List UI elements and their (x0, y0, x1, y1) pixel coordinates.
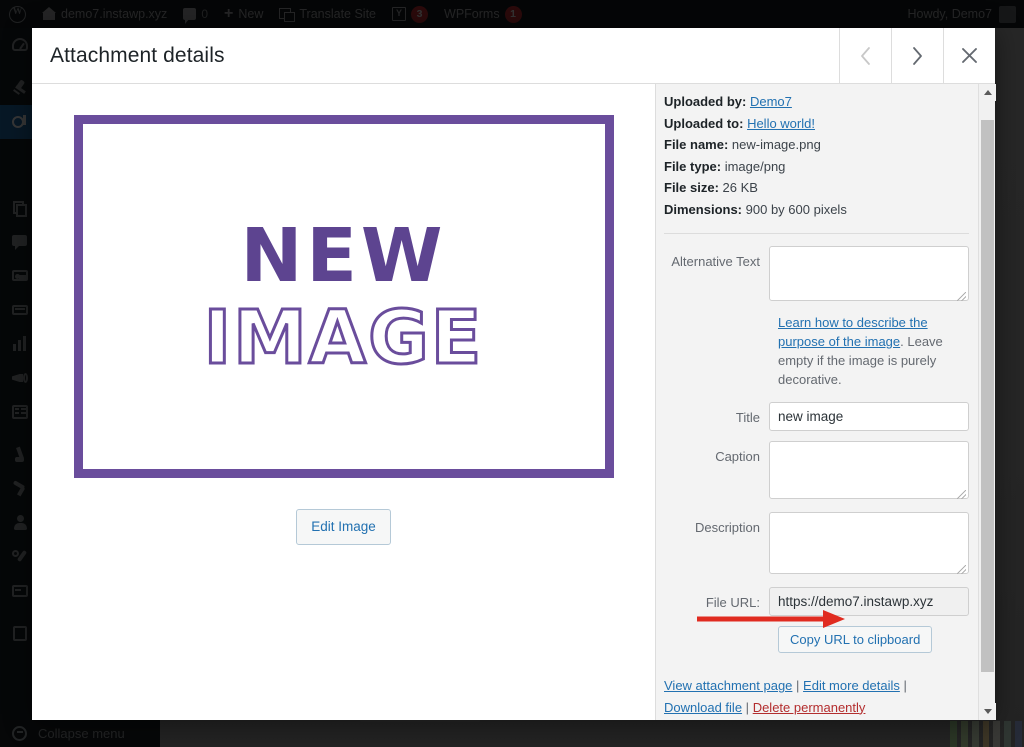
uploaded-by-row: Uploaded by: Demo7 (664, 92, 969, 112)
alt-text-help: Learn how to describe the purpose of the… (778, 314, 969, 389)
dimensions-value: 900 by 600 pixels (745, 201, 847, 217)
scroll-down-arrow-icon[interactable] (979, 703, 996, 720)
file-name-label: File name: (664, 137, 729, 152)
details-scroll-region: Uploaded by: Demo7 Uploaded to: Hello wo… (656, 84, 995, 720)
uploaded-to-row: Uploaded to: Hello world! (664, 114, 969, 134)
description-control (769, 512, 969, 577)
next-button[interactable] (891, 28, 943, 83)
attachment-details-pane: Uploaded by: Demo7 Uploaded to: Hello wo… (655, 84, 996, 720)
attachment-preview-pane: NEW IMAGE Edit Image (32, 84, 655, 720)
description-field-row: Description (664, 512, 969, 577)
caption-field-row: Caption (664, 441, 969, 502)
file-url-control (769, 587, 969, 617)
title-control (769, 402, 969, 432)
file-size-label: File size: (664, 180, 719, 195)
attachment-actions: View attachment page | Edit more details… (664, 675, 969, 718)
edit-image-button[interactable]: Edit Image (296, 509, 391, 545)
description-input[interactable] (769, 512, 969, 575)
description-label: Description (694, 520, 760, 536)
screen: Library Add New Media File (0, 0, 1024, 747)
scrollbar-thumb[interactable] (981, 120, 994, 672)
file-size-row: File size: 26 KB (664, 178, 969, 198)
dimensions-label: Dimensions: (664, 201, 743, 217)
modal-header-buttons (839, 28, 995, 83)
file-name-value: new-image.png (731, 137, 821, 152)
alt-text-input[interactable] (769, 246, 969, 301)
view-attachment-page-link[interactable]: View attachment page (664, 678, 792, 693)
alt-text-label: Alternative Text (671, 254, 760, 269)
dimensions-row: Dimensions: 900 by 600 pixels (664, 200, 969, 220)
delete-permanently-link[interactable]: Delete permanently (753, 700, 866, 715)
download-file-link[interactable]: Download file (664, 700, 742, 715)
uploaded-to-link[interactable]: Hello world! (747, 116, 815, 131)
edit-more-details-link[interactable]: Edit more details (803, 678, 900, 693)
file-type-label: File type: (664, 158, 722, 174)
title-label: Title (735, 410, 760, 426)
uploaded-by-link[interactable]: Demo7 (750, 94, 792, 109)
alt-text-control (769, 246, 969, 304)
attachment-details-modal: Attachment details NEW IMAGE Edit Image … (32, 28, 996, 720)
image-text-line2: IMAGE (202, 294, 484, 381)
link-separator: | (903, 678, 907, 694)
uploaded-by-label: Uploaded by: (664, 94, 747, 109)
file-url-field-row: File URL: (664, 587, 969, 617)
link-separator: | (745, 699, 750, 715)
modal-body: NEW IMAGE Edit Image Uploaded by: Demo7 … (32, 84, 996, 720)
modal-header: Attachment details (32, 28, 995, 84)
file-name-row: File name: new-image.png (664, 135, 969, 155)
caption-control (769, 441, 969, 502)
file-size-value: 26 KB (722, 180, 758, 195)
file-type-value: image/png (724, 158, 786, 174)
caption-input[interactable] (769, 441, 969, 500)
previous-button[interactable] (839, 28, 891, 83)
copy-url-to-clipboard-button[interactable]: Copy URL to clipboard (778, 626, 933, 654)
details-scrollbar[interactable] (978, 84, 996, 720)
attachment-image: NEW IMAGE (73, 115, 614, 478)
file-type-row: File type: image/png (664, 157, 969, 177)
details-divider (664, 233, 969, 234)
link-separator: | (796, 678, 800, 694)
caption-label: Caption (715, 449, 760, 465)
alt-text-field-row: Alternative Text (664, 246, 969, 304)
close-button[interactable] (943, 28, 995, 83)
file-url-label: File URL: (705, 595, 760, 611)
title-field-row: Title (664, 402, 969, 432)
title-input[interactable] (769, 402, 969, 432)
uploaded-to-label: Uploaded to: (664, 115, 744, 131)
page-title: Attachment details (50, 43, 225, 67)
scroll-up-arrow-icon[interactable] (979, 84, 996, 101)
file-url-input[interactable] (769, 587, 969, 617)
image-text-line1: NEW (240, 212, 447, 299)
